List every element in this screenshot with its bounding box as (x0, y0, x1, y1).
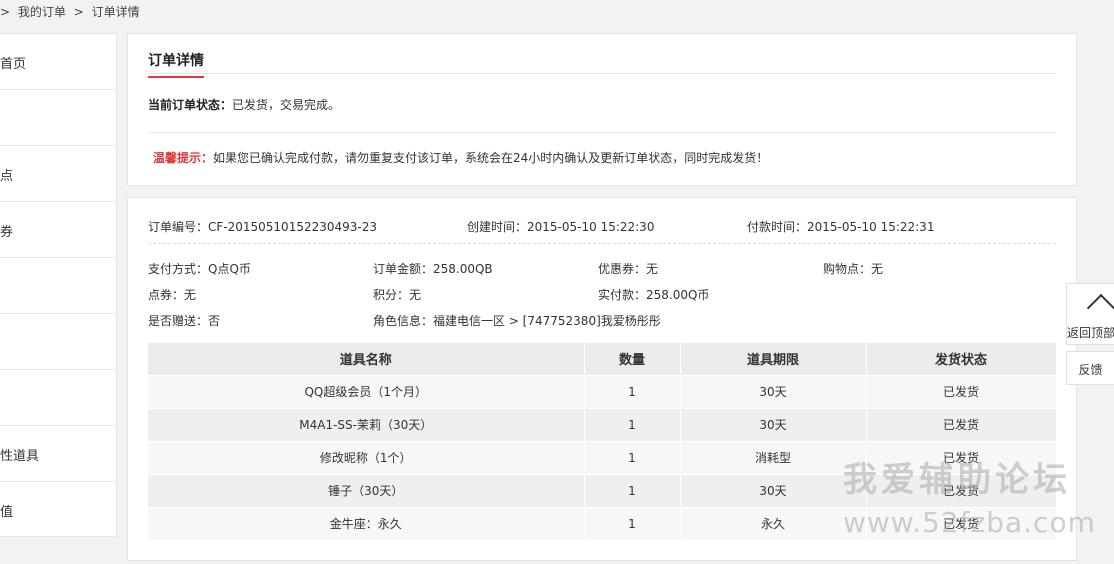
sidebar-item-5[interactable] (0, 258, 116, 314)
table-row: 修改昵称（1个） 1 消耗型 已发货 (148, 440, 1057, 474)
order-status-panel: 订单详情 当前订单状态：已发货，交易完成。 温馨提示：如果您已确认完成付款，请勿… (127, 33, 1077, 186)
column-header: 发货状态 (866, 343, 1057, 375)
breadcrumb-my-orders[interactable]: 我的订单 (18, 5, 66, 19)
coupon: 优惠券：无 (598, 262, 659, 276)
table-row: 锤子（30天） 1 30天 已发货 (148, 473, 1057, 507)
item-quantity: 1 (584, 374, 681, 408)
item-name: 锤子（30天） (148, 473, 585, 507)
sidebar-item-recharge[interactable]: 值 (0, 482, 116, 538)
sidebar: 首页 点 券 性道具 值 (0, 33, 117, 537)
breadcrumb-order-detail: 订单详情 (91, 5, 140, 19)
sidebar-item-coupons[interactable]: 券 (0, 202, 116, 258)
order-status: 当前订单状态：已发货，交易完成。 (148, 96, 340, 113)
column-header: 道具期限 (680, 343, 867, 375)
order-status-label: 当前订单状态： (148, 98, 233, 112)
score: 积分：无 (373, 288, 422, 302)
sidebar-item-6[interactable] (0, 314, 116, 370)
pay-method: 支付方式：Q点Q币 (148, 262, 251, 276)
item-duration: 消耗型 (680, 440, 867, 474)
sidebar-item-points[interactable]: 点 (0, 146, 116, 202)
item-name: QQ超级会员（1个月） (148, 374, 585, 408)
column-header: 数量 (584, 343, 681, 375)
back-to-top-button[interactable]: 返回顶部 (1066, 283, 1114, 345)
sidebar-item-props[interactable]: 性道具 (0, 426, 116, 482)
divider (148, 132, 1056, 133)
tab-divider (148, 73, 1056, 74)
order-number: 订单编号：CF-20150510152230493-23 (148, 220, 378, 234)
warm-tip: 温馨提示：如果您已确认完成付款，请勿重复支付该订单，系统会在24小时内确认及更新… (153, 149, 768, 166)
sidebar-item-home[interactable]: 首页 (0, 34, 116, 90)
order-detail-panel: 订单编号：CF-20150510152230493-23 创建时间：2015-0… (127, 197, 1077, 561)
item-name: 金牛座：永久 (148, 506, 585, 540)
order-status-value: 已发货，交易完成。 (232, 98, 341, 112)
sidebar-item-7[interactable] (0, 370, 116, 426)
item-name: M4A1-SS-茉莉（30天） (148, 407, 585, 441)
item-quantity: 1 (584, 440, 681, 474)
table-row: QQ超级会员（1个月） 1 30天 已发货 (148, 374, 1057, 408)
item-name: 修改昵称（1个） (148, 440, 585, 474)
feedback-button[interactable]: 反馈 (1066, 351, 1114, 385)
item-duration: 30天 (680, 473, 867, 507)
breadcrumb-separator: > (0, 5, 11, 19)
item-quantity: 1 (584, 473, 681, 507)
item-delivery-status: 已发货 (866, 440, 1057, 474)
items-table: 道具名称 数量 道具期限 发货状态 QQ超级会员（1个月） 1 30天 已发货 … (148, 343, 1057, 540)
item-duration: 30天 (680, 374, 867, 408)
sidebar-item-2[interactable] (0, 90, 116, 146)
table-row: 金牛座：永久 1 永久 已发货 (148, 506, 1057, 540)
shop-points: 购物点：无 (823, 262, 884, 276)
item-delivery-status: 已发货 (866, 473, 1057, 507)
is-gift: 是否赠送：否 (148, 314, 221, 328)
order-created-time: 创建时间：2015-05-10 15:22:30 (467, 220, 655, 234)
item-duration: 30天 (680, 407, 867, 441)
breadcrumb-separator: > (73, 5, 84, 19)
item-delivery-status: 已发货 (866, 506, 1057, 540)
divider (148, 243, 1056, 244)
breadcrumb: > 我的订单 > 订单详情 (0, 3, 144, 21)
role-info: 角色信息：福建电信一区 > [747752380]我爱杨彤彤 (373, 314, 661, 328)
table-row: M4A1-SS-茉莉（30天） 1 30天 已发货 (148, 407, 1057, 441)
column-header: 道具名称 (148, 343, 585, 375)
item-duration: 永久 (680, 506, 867, 540)
table-header-row: 道具名称 数量 道具期限 发货状态 (148, 343, 1057, 375)
item-quantity: 1 (584, 506, 681, 540)
item-delivery-status: 已发货 (866, 407, 1057, 441)
item-quantity: 1 (584, 407, 681, 441)
item-delivery-status: 已发货 (866, 374, 1057, 408)
back-to-top-label: 返回顶部 (1067, 326, 1114, 340)
warm-tip-label: 温馨提示： (153, 151, 214, 165)
chevron-up-icon (1086, 293, 1114, 323)
order-paid-time: 付款时间：2015-05-10 15:22:31 (747, 220, 935, 234)
warm-tip-text: 如果您已确认完成付款，请勿重复支付该订单，系统会在24小时内确认及更新订单状态，… (213, 151, 769, 165)
point-coupon: 点券：无 (148, 288, 197, 302)
order-amount: 订单金额：258.00QB (373, 262, 493, 276)
actual-paid: 实付款：258.00Q币 (598, 288, 710, 302)
